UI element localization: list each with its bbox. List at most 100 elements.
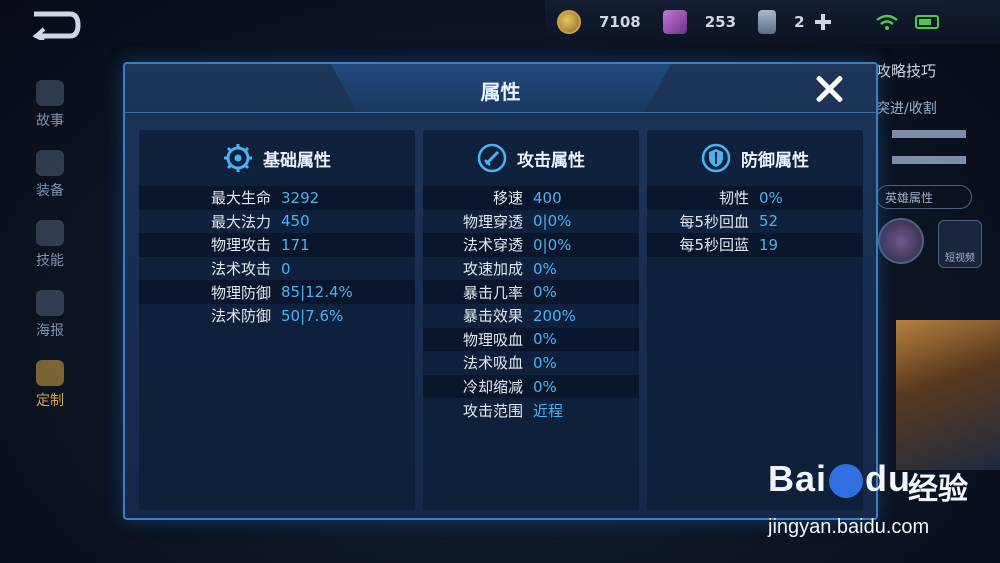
attribute-label: 每5秒回蓝 [679,236,749,255]
attribute-value: 450 [281,212,310,231]
attribute-row: 攻击范围 近程 [423,398,639,422]
paw-icon [829,464,864,499]
sword-icon [477,143,507,173]
baidu-cn-text: 经验 [908,472,968,507]
attribute-list: 移速 400 物理穿透 0|0% 法术穿透 0|0% 攻速加成 0% 暴击几率 0% 暴击… [423,186,639,422]
attribute-value: 0% [533,353,557,372]
attribute-row: 法术穿透 0|0% [423,233,639,257]
attribute-label: 移速 [492,189,523,208]
back-arrow-icon[interactable] [30,10,82,40]
attribute-label: 韧性 [718,189,749,208]
hero-role-text: 突进/收割 [876,101,937,117]
stat-bar-row [876,121,1000,147]
top-resource-bar: 7108 253 2 [545,0,1000,44]
attribute-label: 攻速加成 [462,260,523,279]
attribute-value: 400 [533,188,562,207]
column-title: 基础属性 [263,150,331,171]
left-nav: 故事 装备 技能 海报 定制 [22,70,78,420]
attribute-columns: 基础属性 最大生命 3292 最大法力 450 物理攻击 171 法术攻击 0 物理防御… [139,130,863,510]
nav-item-equipment[interactable]: 装备 [22,140,78,210]
column-header: 基础属性 [139,140,415,176]
wifi-icon [875,14,898,30]
attribute-value: 200% [533,306,576,325]
diamond-icon [662,10,687,34]
basic-attributes-panel: 基础属性 最大生命 3292 最大法力 450 物理攻击 171 法术攻击 0 物理防御… [139,130,415,510]
battery-icon [914,15,939,29]
stat-bar [892,130,966,138]
gear-icon [224,144,252,172]
hero-role: 突进/收割 [876,95,1000,121]
nav-item-skill[interactable]: 技能 [22,210,78,280]
nav-item-customize[interactable]: 定制 [22,350,78,420]
attribute-row: 最大生命 3292 [139,186,415,210]
attribute-row: 暴击几率 0% [423,280,639,304]
stat-bar-row [876,147,1000,173]
attribute-label: 最大生命 [210,189,271,208]
baidu-logo: Bai du [768,458,911,500]
diamond-amount: 253 [704,13,737,31]
attribute-label: 物理吸血 [462,330,523,349]
attribute-label: 物理穿透 [462,212,523,231]
avatar[interactable] [878,218,924,264]
attribute-list: 韧性 0% 每5秒回血 52 每5秒回蓝 19 [647,186,863,257]
divider [125,112,876,113]
dialog-header: 属性 [125,64,876,116]
skill-icon [36,220,64,246]
attribute-value: 171 [281,235,310,254]
add-icon[interactable] [814,14,831,30]
attribute-value: 0% [759,188,783,207]
attribute-label: 冷却缩减 [462,378,523,397]
column-title: 攻击属性 [517,150,585,171]
hero-portrait[interactable] [896,320,1000,470]
baidu-brand-tail: du [865,458,912,499]
attribute-value: 52 [759,212,779,231]
baidu-url: jingyan.baidu.com [768,516,930,538]
attribute-value: 近程 [533,401,564,420]
attribute-value: 3292 [281,188,320,207]
attribute-row: 物理吸血 0% [423,327,639,352]
armor-icon [36,150,64,176]
attribute-label: 物理防御 [210,283,271,302]
diamond-resource: 253 [662,10,737,34]
hero-attributes-label: 英雄属性 [885,190,934,205]
short-video-button[interactable]: 短视频 [938,220,982,268]
attribute-row: 每5秒回血 52 [647,210,863,234]
attribute-value: 19 [759,235,779,254]
attribute-row: 物理穿透 0|0% [423,210,639,234]
attribute-label: 物理攻击 [210,236,271,255]
attribute-value: 85|12.4% [281,283,353,302]
attribute-row: 法术防御 50|7.6% [139,304,415,328]
customize-icon [36,360,64,386]
attribute-label: 暴击几率 [462,283,523,302]
attribute-row: 暴击效果 200% [423,304,639,328]
attribute-row: 每5秒回蓝 19 [647,233,863,257]
nav-item-story[interactable]: 故事 [22,70,78,140]
attributes-dialog: 属性 基础属性 最大生命 3292 最大法力 450 物理攻击 171 法术攻击… [123,62,878,520]
defense-attributes-panel: 防御属性 韧性 0% 每5秒回血 52 每5秒回蓝 19 [647,130,863,510]
attribute-label: 法术攻击 [210,260,271,279]
attribute-value: 0|0% [533,212,572,231]
attribute-label: 每5秒回血 [679,212,749,231]
card-amount: 2 [794,13,805,31]
attribute-row: 韧性 0% [647,186,863,210]
attribute-value: 0|0% [533,235,572,254]
attribute-value: 0 [281,259,291,278]
attribute-row: 物理防御 85|12.4% [139,280,415,304]
attribute-row: 最大法力 450 [139,210,415,234]
nav-item-poster[interactable]: 海报 [22,280,78,350]
book-icon [36,80,64,106]
attribute-row: 冷却缩减 0% [423,374,639,399]
hero-attributes-button[interactable]: 英雄属性 [876,185,972,209]
attribute-value: 0% [533,377,557,396]
close-icon[interactable] [814,74,844,104]
shield-icon [701,143,731,173]
gold-resource: 7108 [557,10,641,34]
attribute-row: 法术吸血 0% [423,351,639,375]
nav-item-label: 技能 [36,253,64,269]
attribute-value: 0% [533,330,557,349]
column-header: 攻击属性 [423,140,639,176]
attack-attributes-panel: 攻击属性 移速 400 物理穿透 0|0% 法术穿透 0|0% 攻速加成 0% 暴击几率… [423,130,639,510]
attribute-label: 法术防御 [210,307,271,326]
column-title: 防御属性 [741,150,809,171]
attribute-value: 0% [533,259,557,278]
